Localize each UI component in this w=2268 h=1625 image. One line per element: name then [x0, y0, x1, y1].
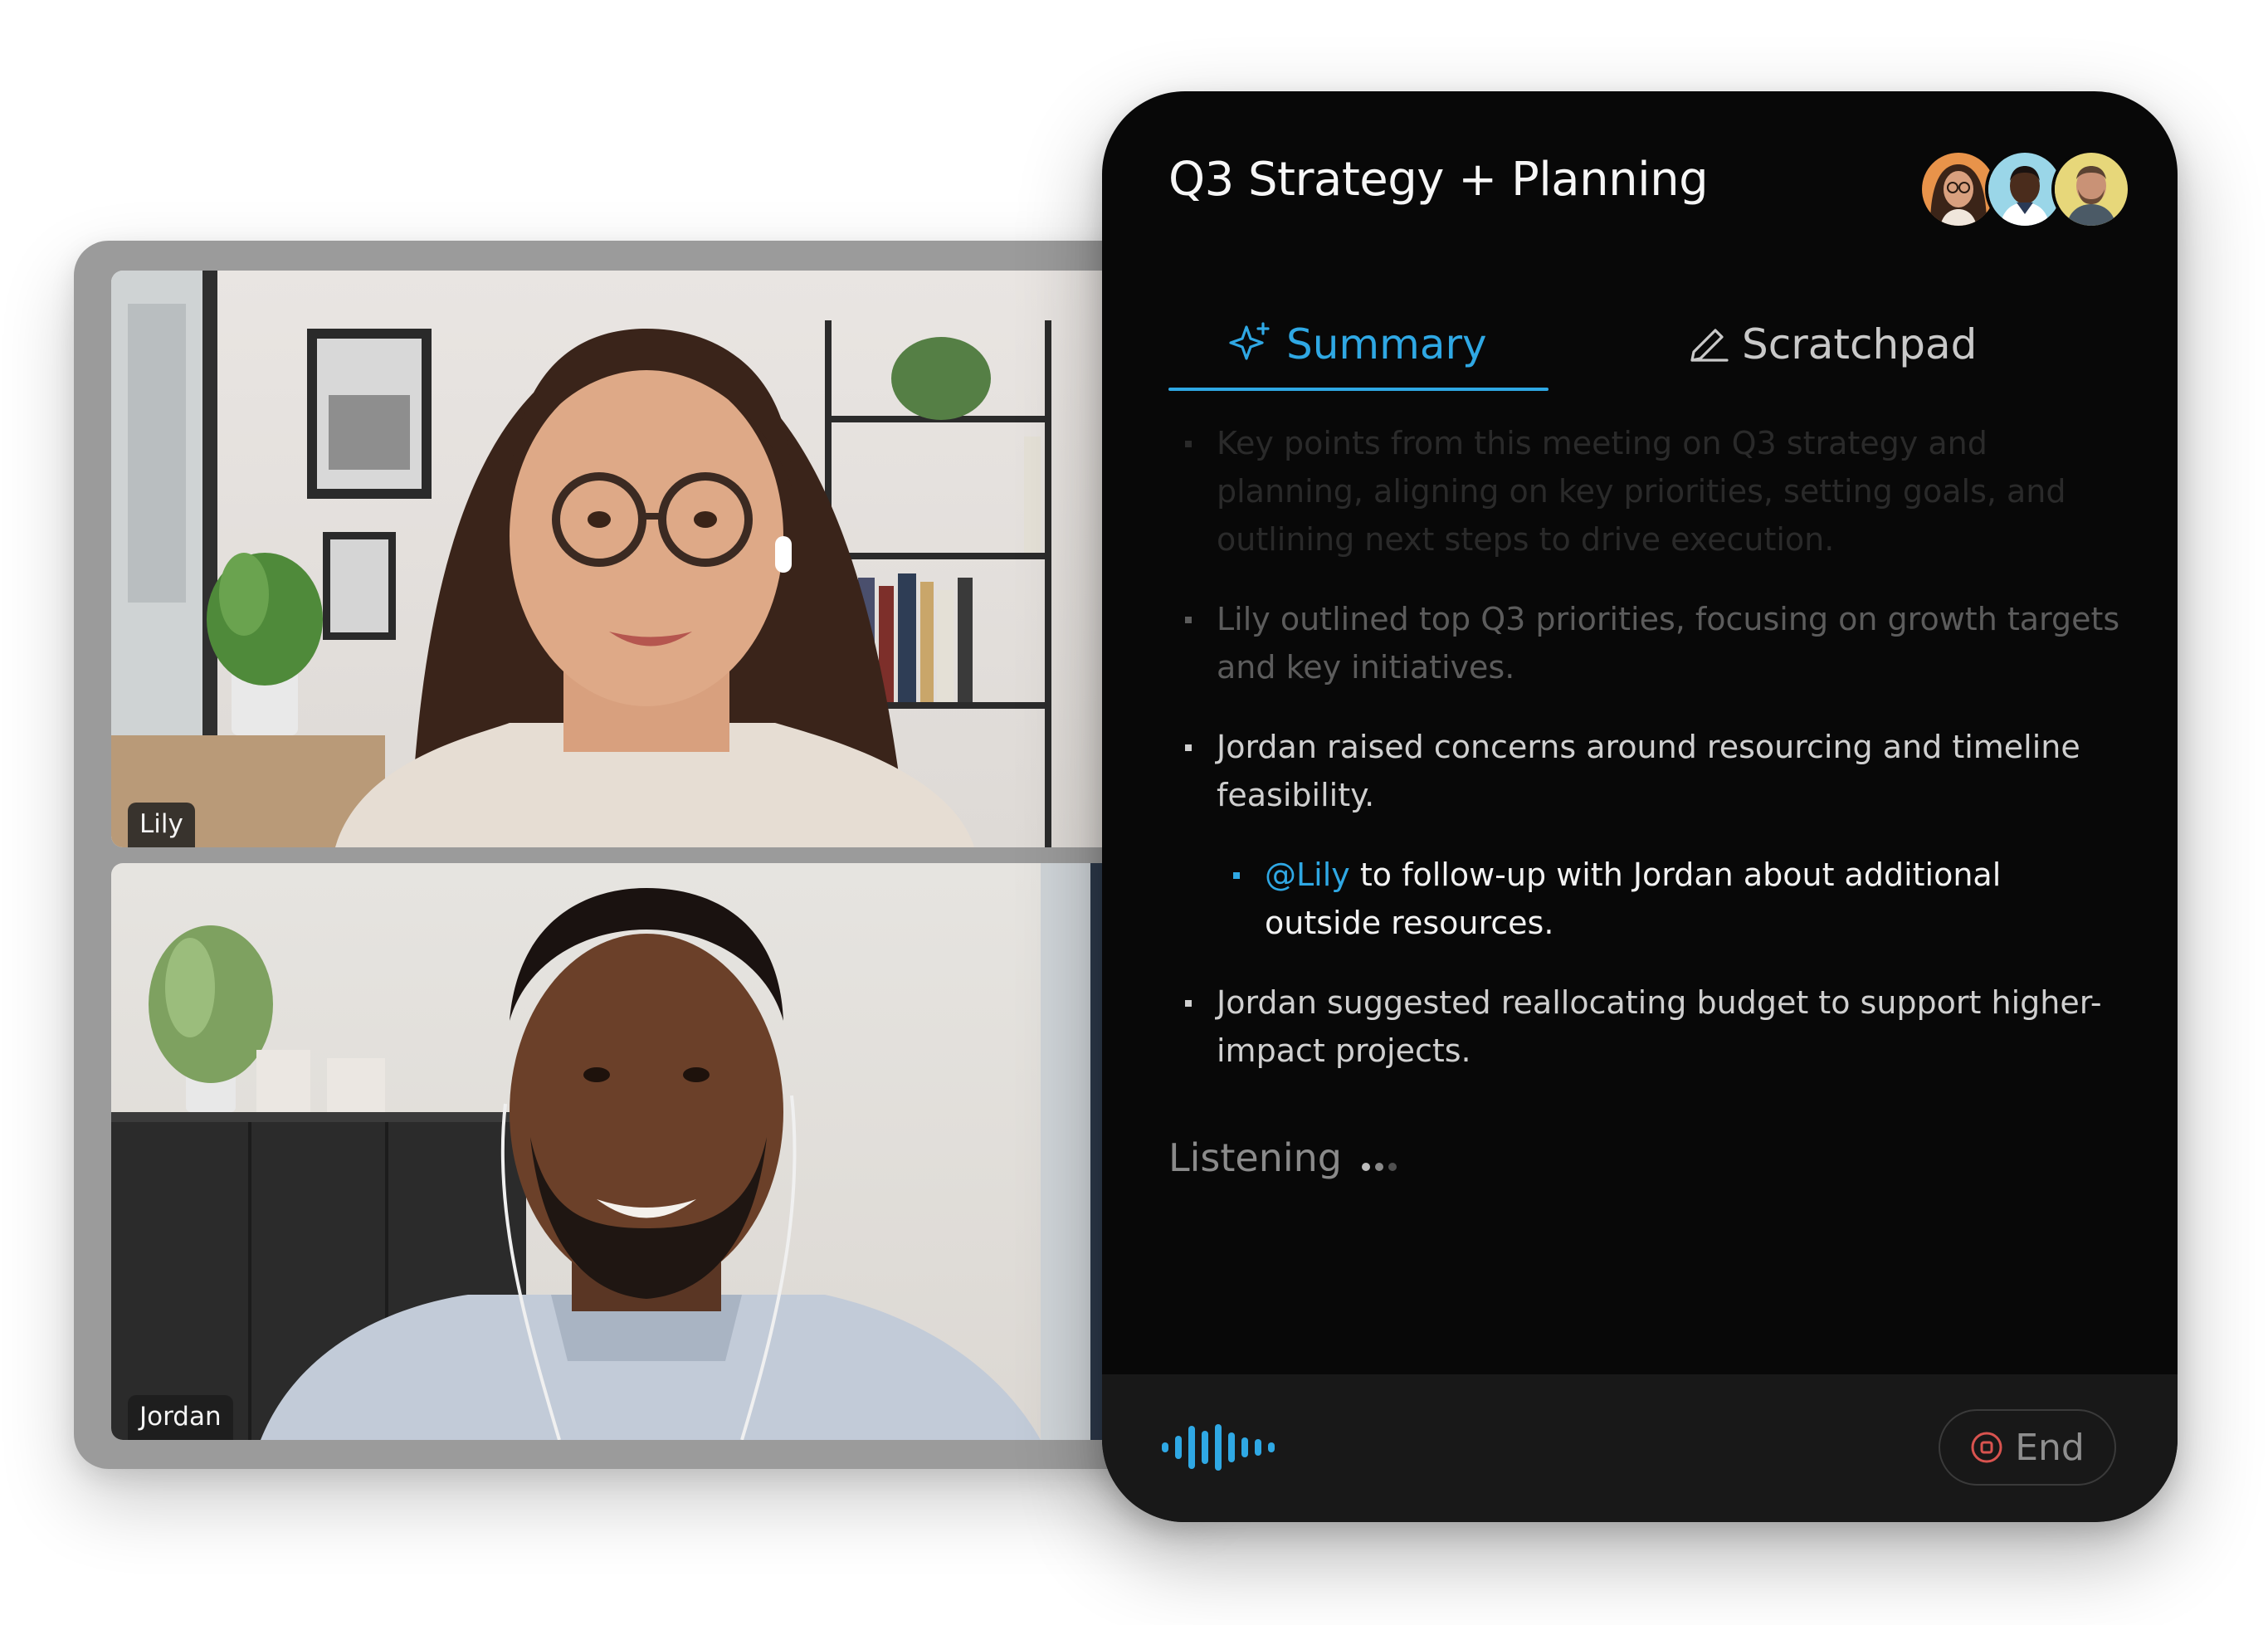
tab-summary-label: Summary — [1286, 320, 1487, 368]
mention-link[interactable]: @Lily — [1265, 856, 1350, 893]
participant-avatars[interactable] — [1919, 149, 2134, 229]
participant-avatar-man-beard[interactable] — [2051, 149, 2131, 229]
action-item: @Lily to follow-up with Jordan about add… — [1217, 851, 2123, 947]
summary-item-text: Jordan raised concerns around resourcing… — [1217, 729, 2080, 813]
video-feed-lily — [111, 271, 1051, 847]
summary-item-text: Key points from this meeting on Q3 strat… — [1217, 425, 2066, 558]
tab-scratchpad-label: Scratchpad — [1742, 320, 1978, 368]
summary-item: Jordan suggested reallocating budget to … — [1168, 978, 2123, 1075]
summary-list: Key points from this meeting on Q3 strat… — [1168, 419, 2123, 1106]
listening-dots — [1362, 1163, 1397, 1171]
tab-summary[interactable]: Summary — [1227, 299, 1487, 390]
summary-item: Lily outlined top Q3 priorities, focusin… — [1168, 595, 2123, 691]
listening-label: Listening — [1168, 1135, 1342, 1180]
video-tile-lily[interactable]: Lily — [111, 271, 1173, 847]
video-tile-jordan[interactable]: Jordan — [111, 863, 1173, 1440]
panel-tabs: Summary Scratchpad — [1168, 299, 2114, 391]
video-grid: Lily Jordan — [74, 241, 1202, 1469]
listening-dot — [1375, 1163, 1383, 1171]
participant-name-tag: Lily — [128, 803, 195, 847]
stop-icon — [1971, 1432, 2002, 1463]
meeting-notes-panel: Q3 Strategy + Planning Summary Scratchpa… — [1102, 91, 2178, 1522]
tab-scratchpad[interactable]: Scratchpad — [1685, 299, 1977, 390]
summary-item: Jordan raised concerns around resourcing… — [1168, 723, 2123, 819]
listening-dot — [1388, 1163, 1397, 1171]
summary-item: Key points from this meeting on Q3 strat… — [1168, 419, 2123, 564]
meeting-title: Q3 Strategy + Planning — [1168, 153, 1709, 207]
summary-item-text: Jordan suggested reallocating budget to … — [1217, 984, 2102, 1069]
action-item-text: to follow-up with Jordan about additiona… — [1265, 856, 2002, 941]
end-button-label: End — [2015, 1426, 2085, 1469]
audio-waveform-icon — [1162, 1424, 1275, 1471]
active-tab-indicator — [1168, 388, 1549, 391]
listening-dot — [1362, 1163, 1370, 1171]
summary-item-text: Lily outlined top Q3 priorities, focusin… — [1217, 601, 2120, 686]
pencil-icon — [1690, 329, 1729, 362]
end-call-button[interactable]: End — [1939, 1409, 2116, 1486]
panel-footer: End — [1102, 1374, 2178, 1522]
video-feed-jordan — [111, 863, 1173, 1440]
participant-name-tag: Jordan — [128, 1395, 233, 1440]
sparkle-icon — [1229, 322, 1270, 360]
listening-status: Listening — [1168, 1135, 1397, 1180]
